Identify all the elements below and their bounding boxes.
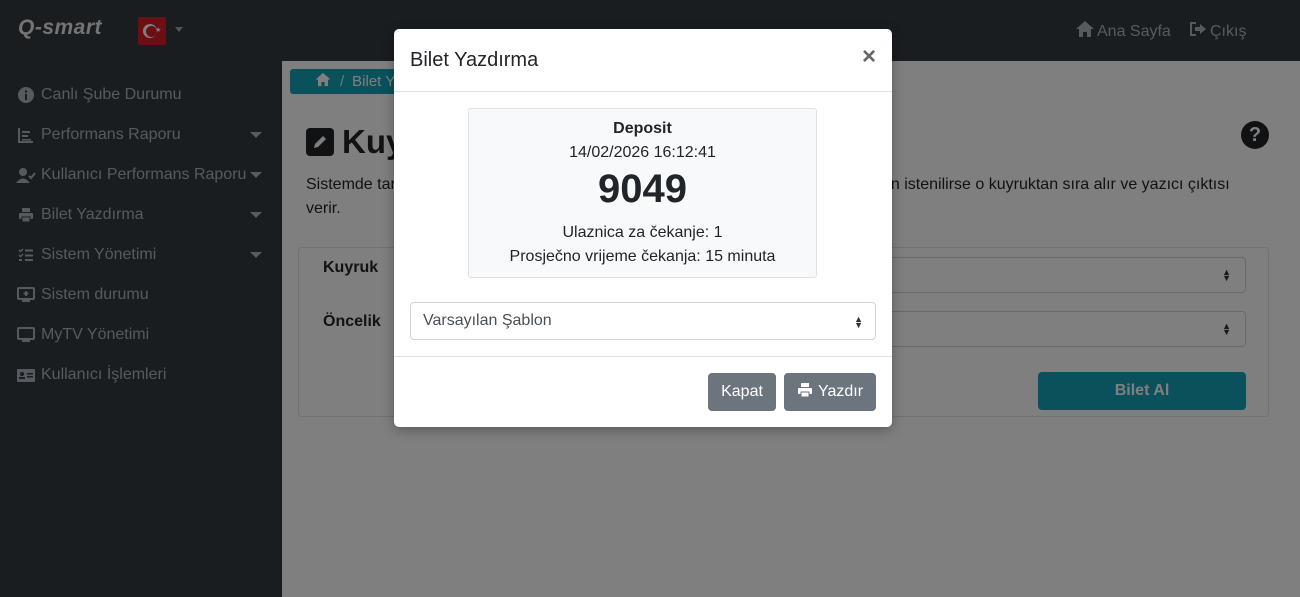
printer-icon (797, 382, 813, 403)
ticket-average-wait: Prosječno vrijeme čekanja: 15 minuta (509, 248, 776, 265)
ticket-preview: Deposit 14/02/2026 16:12:41 9049 Ulaznic… (468, 108, 817, 278)
select-arrows-icon: ▲ ▼ (854, 314, 863, 330)
ticket-waiting-count: Ulaznica za čekanje: 1 (562, 224, 723, 241)
close-button[interactable]: Kapat (708, 373, 776, 411)
print-button[interactable]: Yazdır (784, 373, 876, 411)
ticket-print-modal: Bilet Yazdırma × Deposit 14/02/2026 16:1… (394, 29, 892, 427)
modal-title: Bilet Yazdırma (410, 49, 539, 71)
template-select[interactable]: Varsayılan Şablon ▲ ▼ (410, 302, 876, 340)
template-select-value: Varsayılan Şablon (423, 312, 552, 329)
modal-footer: Kapat Yazdır (394, 356, 892, 427)
modal-header: Bilet Yazdırma × (394, 29, 892, 92)
close-icon[interactable]: × (862, 45, 876, 69)
ticket-service: Deposit (613, 120, 672, 137)
ticket-datetime: 14/02/2026 16:12:41 (569, 144, 716, 161)
ticket-number: 9049 (598, 167, 687, 211)
